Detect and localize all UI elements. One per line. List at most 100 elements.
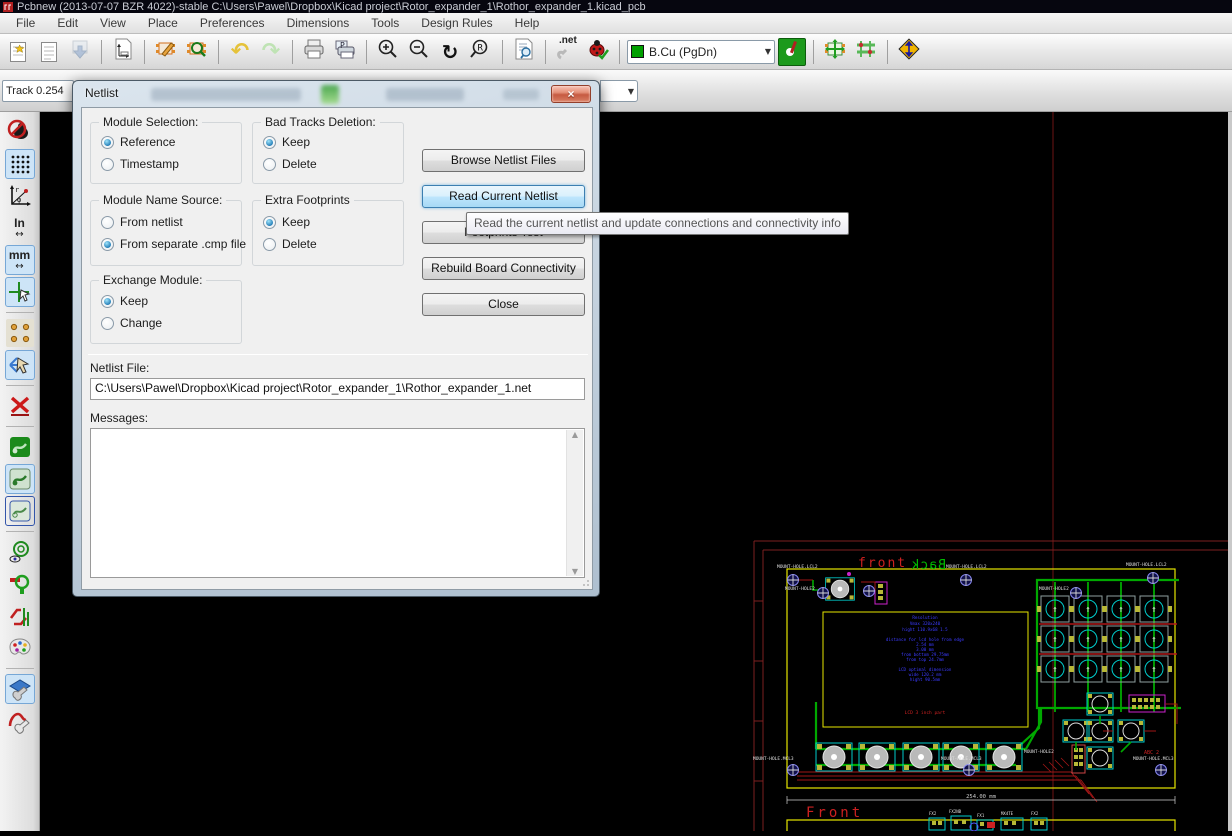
footprint-mode-button[interactable] — [821, 38, 849, 66]
layers-manager-button[interactable] — [6, 675, 34, 703]
menu-file[interactable]: File — [16, 16, 35, 30]
vias-sketch-button[interactable] — [6, 570, 34, 598]
menu-help[interactable]: Help — [515, 16, 540, 30]
save-board-button[interactable] — [66, 38, 94, 66]
open-board-icon — [41, 42, 57, 62]
menu-edit[interactable]: Edit — [57, 16, 78, 30]
ratsnest-toggle-button[interactable] — [6, 319, 34, 347]
redo-button[interactable]: ↷ — [257, 38, 285, 66]
drc-off-button[interactable] — [6, 118, 34, 146]
netlist-file-input[interactable]: C:\Users\Pawel\Dropbox\Kicad project\Rot… — [90, 378, 585, 400]
dialog-body: Module Selection: Reference Timestamp Ba… — [81, 107, 593, 590]
footprint-viewer-button[interactable] — [183, 38, 211, 66]
polar-coords-button[interactable]: φr — [6, 182, 34, 210]
open-board-button[interactable] — [35, 38, 63, 66]
radio-exchange-keep[interactable]: Keep — [101, 294, 148, 308]
zoom-out-button[interactable] — [405, 38, 433, 66]
layer-selector[interactable]: B.Cu (PgDn) ▼ — [627, 40, 775, 64]
radio-extra-keep[interactable]: Keep — [263, 215, 310, 229]
close-button[interactable]: Close — [422, 293, 585, 316]
autoroute-mode-button[interactable] — [852, 38, 880, 66]
zoom-fit-button[interactable]: R — [467, 38, 495, 66]
plot-button[interactable]: P — [331, 38, 359, 66]
zoom-in-button[interactable] — [374, 38, 402, 66]
window-titlebar: Pcbnew (2013-07-07 BZR 4022)-stable C:\U… — [0, 0, 1232, 13]
zoom-selector-remnant[interactable]: ▼ — [600, 80, 638, 102]
main-toolbar: ↶ ↷ P ↻ R .net B.Cu (PgDn) ▼ — [0, 34, 1232, 70]
group-module-selection: Module Selection: Reference Timestamp — [90, 122, 242, 184]
redraw-button[interactable]: ↻ — [436, 38, 464, 66]
radio-exchange-change[interactable]: Change — [101, 316, 162, 330]
layer-pair-button[interactable] — [778, 38, 806, 66]
units-mm-button[interactable]: mm↔ — [6, 246, 34, 274]
svg-text:MOUNT-HOLE.MCL3: MOUNT-HOLE.MCL3 — [1133, 756, 1174, 762]
svg-text:254.00 mm: 254.00 mm — [966, 794, 996, 800]
scroll-down-icon[interactable]: ▼ — [572, 567, 578, 576]
radio-dot — [101, 216, 114, 229]
rebuild-board-connectivity-button[interactable]: Rebuild Board Connectivity — [422, 257, 585, 280]
messages-scrollbar[interactable]: ▲ ▼ — [566, 430, 583, 576]
zones-unfilled-button[interactable] — [6, 465, 34, 493]
units-inch-button[interactable]: In↔ — [6, 214, 34, 242]
router-diamond-icon — [896, 36, 922, 67]
radio-badtracks-delete[interactable]: Delete — [263, 157, 317, 171]
zones-outline-icon — [8, 499, 32, 523]
scroll-up-icon[interactable]: ▲ — [572, 430, 578, 439]
zones-filled-button[interactable] — [6, 433, 34, 461]
footprint-editor-button[interactable] — [152, 38, 180, 66]
pads-sketch-button[interactable] — [6, 538, 34, 566]
radio-reference[interactable]: Reference — [101, 135, 175, 149]
menu-design-rules[interactable]: Design Rules — [421, 16, 492, 30]
menu-place[interactable]: Place — [148, 16, 178, 30]
module-ratsnest-button[interactable] — [6, 351, 34, 379]
find-button[interactable] — [510, 38, 538, 66]
svg-text:FX2: FX2 — [1031, 811, 1039, 816]
zones-filled-icon — [8, 435, 32, 459]
read-current-netlist-button[interactable]: Read Current Netlist — [422, 185, 585, 208]
zones-outline-button[interactable] — [6, 497, 34, 525]
cursor-shape-button[interactable] — [6, 278, 34, 306]
undo-icon: ↶ — [231, 39, 249, 64]
tracks-sketch-button[interactable] — [6, 602, 34, 630]
delete-track-icon — [8, 394, 32, 418]
radio-extra-delete[interactable]: Delete — [263, 237, 317, 251]
new-board-button[interactable] — [4, 38, 32, 66]
menu-view[interactable]: View — [100, 16, 126, 30]
microwave-tools-icon — [7, 708, 33, 734]
read-netlist-button[interactable]: .net — [553, 38, 581, 66]
auto-delete-track-button[interactable] — [6, 392, 34, 420]
footprint-mode-icon — [823, 38, 847, 65]
print-button[interactable] — [300, 38, 328, 66]
radio-dot — [101, 158, 114, 171]
svg-text:MOUNT-HOLE.LCL2: MOUNT-HOLE.LCL2 — [946, 564, 987, 570]
lcd-notes: Resolution Vmax 320x240 hight 110.9x68 1… — [886, 615, 965, 682]
radio-badtracks-keep[interactable]: Keep — [263, 135, 310, 149]
messages-label: Messages: — [90, 411, 148, 425]
browse-netlist-files-button[interactable]: Browse Netlist Files — [422, 149, 585, 172]
save-board-icon — [70, 39, 90, 64]
menu-tools[interactable]: Tools — [371, 16, 399, 30]
radio-from-cmp[interactable]: From separate .cmp file — [101, 237, 246, 251]
drc-ladybug-icon — [586, 37, 610, 66]
menu-dimensions[interactable]: Dimensions — [287, 16, 350, 30]
resize-grip[interactable] — [580, 577, 590, 587]
undo-button[interactable]: ↶ — [226, 38, 254, 66]
track-width-value: Track 0.254 — [6, 85, 64, 97]
track-width-selector[interactable]: Track 0.254 — [2, 80, 74, 102]
menu-preferences[interactable]: Preferences — [200, 16, 265, 30]
microwave-tools-button[interactable] — [6, 707, 34, 735]
high-contrast-button[interactable] — [6, 634, 34, 662]
layer-selector-value: B.Cu (PgDn) — [649, 45, 717, 59]
fast-access-router-button[interactable] — [895, 38, 923, 66]
messages-box[interactable]: ▲ ▼ — [90, 428, 585, 578]
units-inch-icon: In↔ — [14, 218, 25, 239]
svg-text:hight 90.5mm: hight 90.5mm — [910, 677, 941, 682]
grid-toggle-button[interactable] — [6, 150, 34, 178]
radio-from-netlist[interactable]: From netlist — [101, 215, 183, 229]
new-board-icon — [10, 42, 26, 62]
group-exchange-module: Exchange Module: Keep Change — [90, 280, 242, 344]
radio-timestamp[interactable]: Timestamp — [101, 157, 179, 171]
dialog-close-button[interactable]: × — [551, 85, 591, 103]
page-settings-button[interactable] — [109, 38, 137, 66]
drc-button[interactable] — [584, 38, 612, 66]
